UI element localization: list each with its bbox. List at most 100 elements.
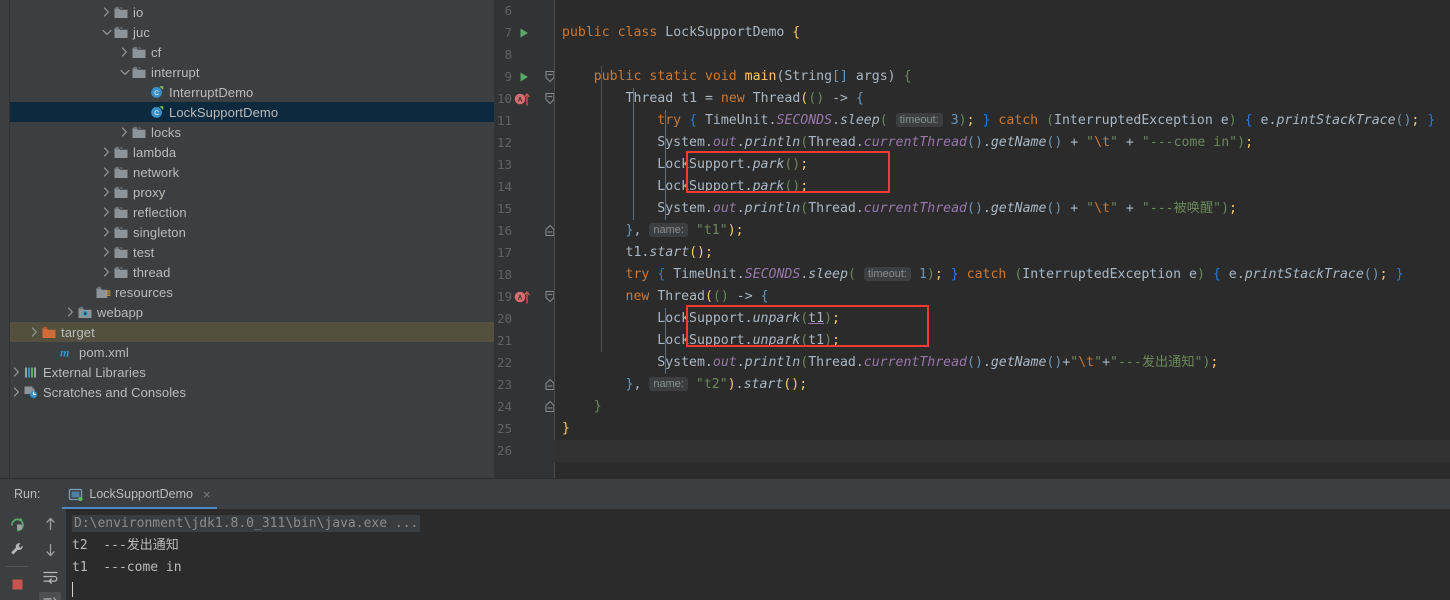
code-line-22[interactable]: System.out.println(Thread.currentThread(… <box>554 352 1450 374</box>
code-line-24[interactable]: } <box>554 396 1450 418</box>
chevron-right-icon[interactable] <box>100 266 113 279</box>
run-gutter-icon[interactable] <box>518 27 530 39</box>
scroll-to-end-icon[interactable] <box>39 592 61 600</box>
code-line-20[interactable]: LockSupport.unpark(t1); <box>554 308 1450 330</box>
gutter-row[interactable]: 10 A <box>494 88 555 110</box>
tree-item-external-libraries[interactable]: External Libraries <box>10 362 494 382</box>
tree-item-resources[interactable]: resources <box>10 282 494 302</box>
close-icon[interactable]: × <box>203 487 211 502</box>
chevron-down-icon[interactable] <box>118 66 131 79</box>
chevron-right-icon[interactable] <box>100 6 113 19</box>
gutter-row[interactable]: 22 <box>494 352 554 374</box>
gutter-row[interactable]: 16 <box>494 220 555 242</box>
chevron-right-icon[interactable] <box>64 306 77 319</box>
gutter-row[interactable]: 12 <box>494 132 554 154</box>
tree-item-lambda[interactable]: lambda <box>10 142 494 162</box>
chevron-down-icon[interactable] <box>100 26 113 39</box>
code-line-26[interactable] <box>554 440 1450 462</box>
chevron-right-icon[interactable] <box>28 326 41 339</box>
gutter-row[interactable]: 25 <box>494 418 554 440</box>
rerun-icon[interactable] <box>6 514 28 534</box>
chevron-right-icon[interactable] <box>100 146 113 159</box>
gutter-row[interactable]: 26 <box>494 440 554 462</box>
gutter-row[interactable]: 15 <box>494 198 554 220</box>
arrow-up-icon[interactable] <box>39 514 61 534</box>
code-line-14[interactable]: LockSupport.park(); <box>554 176 1450 198</box>
tree-item-cf[interactable]: cf <box>10 42 494 62</box>
tree-item-test[interactable]: test <box>10 242 494 262</box>
code-line-12[interactable]: System.out.println(Thread.currentThread(… <box>554 132 1450 154</box>
tree-item-target[interactable]: target <box>10 322 494 342</box>
annotation-gutter-icon[interactable]: A <box>514 92 536 106</box>
editor-code-area[interactable]: public class LockSupportDemo { public st… <box>554 0 1450 478</box>
line-number: 23 <box>496 377 512 392</box>
code-editor[interactable]: 6 7 8 9 10 A 11 12 13 14 15 16 17 18 19 A 20 21 22 23 24 25 26… <box>494 0 1450 478</box>
code-line-6[interactable] <box>554 0 1450 22</box>
code-line-9[interactable]: public static void main(String[] args) { <box>554 66 1450 88</box>
code-line-13[interactable]: LockSupport.park(); <box>554 154 1450 176</box>
tool-window-strip[interactable] <box>0 0 10 478</box>
gutter-row[interactable]: 6 <box>494 0 554 22</box>
code-line-17[interactable]: t1.start(); <box>554 242 1450 264</box>
annotation-gutter-icon[interactable]: A <box>514 290 536 304</box>
chevron-right-icon[interactable] <box>10 366 23 379</box>
code-line-10[interactable]: Thread t1 = new Thread(() -> { <box>554 88 1450 110</box>
tree-item-webapp[interactable]: webapp <box>10 302 494 322</box>
wrench-icon[interactable] <box>6 539 28 559</box>
chevron-right-icon[interactable] <box>100 226 113 239</box>
chevron-right-icon[interactable] <box>10 386 23 399</box>
console-output[interactable]: D:\environment\jdk1.8.0_311\bin\java.exe… <box>66 509 1450 600</box>
tree-item-pom-xml[interactable]: m pom.xml <box>10 342 494 362</box>
code-line-15[interactable]: System.out.println(Thread.currentThread(… <box>554 198 1450 220</box>
chevron-right-icon[interactable] <box>118 46 131 59</box>
run-tab-label: LockSupportDemo <box>89 487 193 501</box>
gutter-row[interactable]: 19 A <box>494 286 555 308</box>
tree-item-locks[interactable]: locks <box>10 122 494 142</box>
editor-gutter[interactable]: 6 7 8 9 10 A 11 12 13 14 15 16 17 18 19 A 20 21 22 23 24 25 26 <box>494 0 555 478</box>
tree-item-proxy[interactable]: proxy <box>10 182 494 202</box>
code-line-19[interactable]: new Thread(() -> { <box>554 286 1450 308</box>
code-line-21[interactable]: LockSupport.unpark(t1); <box>554 330 1450 352</box>
gutter-row[interactable]: 9 <box>494 66 555 88</box>
soft-wrap-icon[interactable] <box>39 566 61 586</box>
gutter-row[interactable]: 7 <box>494 22 554 44</box>
tree-item-label: External Libraries <box>43 364 146 380</box>
chevron-right-icon[interactable] <box>100 186 113 199</box>
gutter-row[interactable]: 24 <box>494 396 555 418</box>
gutter-row[interactable]: 13 <box>494 154 554 176</box>
gutter-row[interactable]: 11 <box>494 110 554 132</box>
tree-item-io[interactable]: io <box>10 2 494 22</box>
run-gutter-icon[interactable] <box>518 71 530 83</box>
tree-item-juc[interactable]: juc <box>10 22 494 42</box>
code-line-11[interactable]: try { TimeUnit.SECONDS.sleep( timeout: 3… <box>554 110 1450 132</box>
gutter-row[interactable]: 8 <box>494 44 554 66</box>
chevron-right-icon[interactable] <box>100 246 113 259</box>
gutter-row[interactable]: 17 <box>494 242 554 264</box>
tree-item-interruptdemo[interactable]: C InterruptDemo <box>10 82 494 102</box>
chevron-right-icon[interactable] <box>118 126 131 139</box>
code-line-23[interactable]: }, name: "t2").start(); <box>554 374 1450 396</box>
run-tab-locksupportdemo[interactable]: LockSupportDemo × <box>62 479 217 509</box>
gutter-row[interactable]: 20 <box>494 308 554 330</box>
gutter-row[interactable]: 14 <box>494 176 554 198</box>
code-line-18[interactable]: try { TimeUnit.SECONDS.sleep( timeout: 1… <box>554 264 1450 286</box>
gutter-row[interactable]: 23 <box>494 374 555 396</box>
code-line-25[interactable]: } <box>554 418 1450 440</box>
gutter-row[interactable]: 21 <box>494 330 554 352</box>
project-tool-window[interactable]: io juc cf interrupt C InterruptDemo C LockSuppo… <box>10 0 494 478</box>
tree-item-locksupportdemo[interactable]: C LockSupportDemo <box>10 102 494 122</box>
code-line-16[interactable]: }, name: "t1"); <box>554 220 1450 242</box>
tree-item-network[interactable]: network <box>10 162 494 182</box>
arrow-down-icon[interactable] <box>39 540 61 560</box>
stop-icon[interactable] <box>6 574 28 594</box>
tree-item-singleton[interactable]: singleton <box>10 222 494 242</box>
code-line-8[interactable] <box>554 44 1450 66</box>
code-line-7[interactable]: public class LockSupportDemo { <box>554 22 1450 44</box>
chevron-right-icon[interactable] <box>100 206 113 219</box>
tree-item-scratches-and-consoles[interactable]: Scratches and Consoles <box>10 382 494 402</box>
tree-item-reflection[interactable]: reflection <box>10 202 494 222</box>
gutter-row[interactable]: 18 <box>494 264 554 286</box>
tree-item-thread[interactable]: thread <box>10 262 494 282</box>
chevron-right-icon[interactable] <box>100 166 113 179</box>
tree-item-interrupt[interactable]: interrupt <box>10 62 494 82</box>
